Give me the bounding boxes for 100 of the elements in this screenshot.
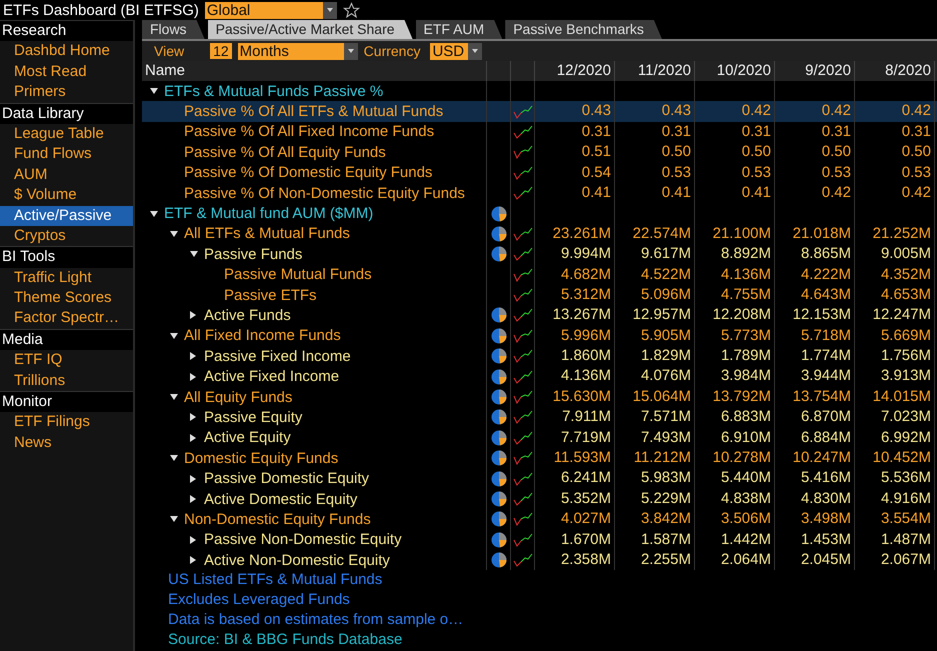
sparkline-icon <box>512 145 532 160</box>
sparkline-icon <box>512 553 532 568</box>
footnote: Data is based on estimates from sample o… <box>168 610 464 630</box>
row-label: Active Equity <box>204 429 291 446</box>
sparkline-icon <box>512 268 532 282</box>
pie-chart-icon[interactable] <box>490 348 506 364</box>
row-label: Active Funds <box>204 306 291 324</box>
row-label: ETF & Mutual fund AUM ($MM) <box>164 205 374 222</box>
row-label: Active Non-Domestic Equity <box>204 552 390 569</box>
caret-icon[interactable] <box>190 311 196 320</box>
row-label: Passive ETFs <box>224 286 317 304</box>
caret-icon[interactable] <box>170 455 178 462</box>
sidebar-item[interactable]: Theme Scores <box>0 288 133 308</box>
sidebar-item[interactable]: Dashbd Home <box>0 41 133 62</box>
sparkline-icon <box>512 288 532 302</box>
sidebar-item[interactable]: League Table <box>0 124 133 144</box>
sidebar-heading: Media <box>0 328 133 350</box>
sidebar-item[interactable]: Traffic Light <box>0 268 133 288</box>
sparkline-icon <box>512 370 532 384</box>
pie-chart-icon[interactable] <box>490 206 506 222</box>
caret-icon[interactable] <box>190 556 196 564</box>
view-label: View <box>154 43 184 59</box>
caret-icon[interactable] <box>190 474 196 483</box>
sparkline-icon <box>512 349 532 364</box>
row-label: Domestic Equity Funds <box>184 450 338 467</box>
sidebar-item[interactable]: Trillions <box>0 370 133 392</box>
tab[interactable]: ETF AUM <box>416 20 502 39</box>
pie-chart-icon[interactable] <box>490 389 506 406</box>
tab[interactable]: Passive/Active Market Share <box>208 20 413 39</box>
pie-chart-icon[interactable] <box>490 470 506 487</box>
caret-icon[interactable] <box>190 352 196 360</box>
region-dropdown[interactable]: Global <box>204 2 337 18</box>
caret-icon[interactable] <box>150 210 158 217</box>
caret-icon[interactable] <box>170 394 178 400</box>
sidebar-item[interactable]: Most Read <box>0 62 133 82</box>
row-label: Passive Equity <box>204 408 302 426</box>
caret-icon[interactable] <box>150 88 158 94</box>
pie-chart-icon[interactable] <box>490 368 506 385</box>
sparkline-icon <box>512 186 532 200</box>
pie-chart-icon[interactable] <box>490 450 506 466</box>
sparkline-icon <box>512 532 532 547</box>
table-cell: 2.064M <box>695 550 775 570</box>
table-cell: 2.255M <box>615 550 695 570</box>
sidebar-item[interactable]: Active/Passive <box>0 206 133 226</box>
sidebar-item[interactable]: Factor Spectr… <box>0 308 133 329</box>
row-label: Passive % Of All ETFs & Mutual Funds <box>184 103 444 120</box>
window-title: ETFs Dashboard (BI ETFSG) <box>3 2 199 18</box>
sparkline-icon <box>512 472 532 486</box>
sidebar-item[interactable]: $ Volume <box>0 185 133 206</box>
sidebar-item[interactable]: ETF Filings <box>0 412 133 433</box>
table-row[interactable]: Passive % Of All ETFs & Mutual Funds 0.43 0.43 0.42 0.42 0.42 <box>142 101 937 122</box>
pie-chart-icon[interactable] <box>490 491 506 507</box>
row-label: Passive Fixed Income <box>204 348 351 365</box>
sidebar-item[interactable]: Cryptos <box>0 226 133 246</box>
pie-chart-icon[interactable] <box>490 511 506 528</box>
caret-icon[interactable] <box>190 536 196 544</box>
pie-chart-icon[interactable] <box>490 552 506 568</box>
row-label: Passive Non-Domestic Equity <box>204 531 402 548</box>
sidebar-item[interactable]: News <box>0 432 133 454</box>
pie-chart-icon[interactable] <box>490 226 506 242</box>
sidebar-heading: Monitor <box>0 391 133 412</box>
pie-chart-icon[interactable] <box>490 430 506 446</box>
caret-icon[interactable] <box>190 251 198 258</box>
pie-chart-icon[interactable] <box>490 532 506 548</box>
caret-icon[interactable] <box>170 230 178 237</box>
table-cell: 2.358M <box>535 550 615 570</box>
period-count-field[interactable]: 12 <box>210 43 232 59</box>
sparkline-icon <box>512 430 532 445</box>
pie-chart-icon[interactable] <box>490 246 506 262</box>
pie-chart-icon[interactable] <box>490 307 506 324</box>
tab[interactable]: Passive Benchmarks <box>505 20 662 39</box>
tab[interactable]: Flows <box>142 20 205 39</box>
sidebar-heading: Research <box>0 20 133 42</box>
sparkline-icon <box>512 492 532 506</box>
caret-icon[interactable] <box>190 495 196 503</box>
sparkline-icon <box>512 410 532 424</box>
row-label: Passive Funds <box>204 246 302 263</box>
row-label: Passive % Of Non-Domestic Equity Funds <box>184 184 465 202</box>
caret-icon[interactable] <box>190 434 196 442</box>
pie-chart-icon[interactable] <box>490 409 506 426</box>
period-unit-dropdown[interactable]: Months <box>238 42 358 60</box>
sidebar-item[interactable]: AUM <box>0 164 133 186</box>
caret-icon[interactable] <box>170 516 178 522</box>
caret-icon[interactable] <box>190 413 196 422</box>
sidebar-item[interactable]: Fund Flows <box>0 144 133 165</box>
star-icon[interactable] <box>342 2 360 18</box>
pie-chart-icon[interactable] <box>490 328 506 344</box>
table-row[interactable]: ETFs & Mutual Funds Passive % <box>142 81 937 102</box>
sparkline-icon <box>512 104 532 119</box>
currency-dropdown[interactable]: USD <box>430 42 482 60</box>
sparkline-icon <box>512 226 532 241</box>
sidebar-heading: BI Tools <box>0 246 133 268</box>
sidebar-item[interactable]: Primers <box>0 82 133 103</box>
footnote: Excludes Leveraged Funds <box>168 590 351 610</box>
caret-icon[interactable] <box>190 372 196 381</box>
sidebar-item[interactable]: ETF IQ <box>0 350 133 371</box>
caret-icon <box>348 49 354 53</box>
sparkline-icon <box>512 328 532 343</box>
row-label: Passive % Of All Fixed Income Funds <box>184 123 434 140</box>
caret-icon[interactable] <box>170 332 178 339</box>
